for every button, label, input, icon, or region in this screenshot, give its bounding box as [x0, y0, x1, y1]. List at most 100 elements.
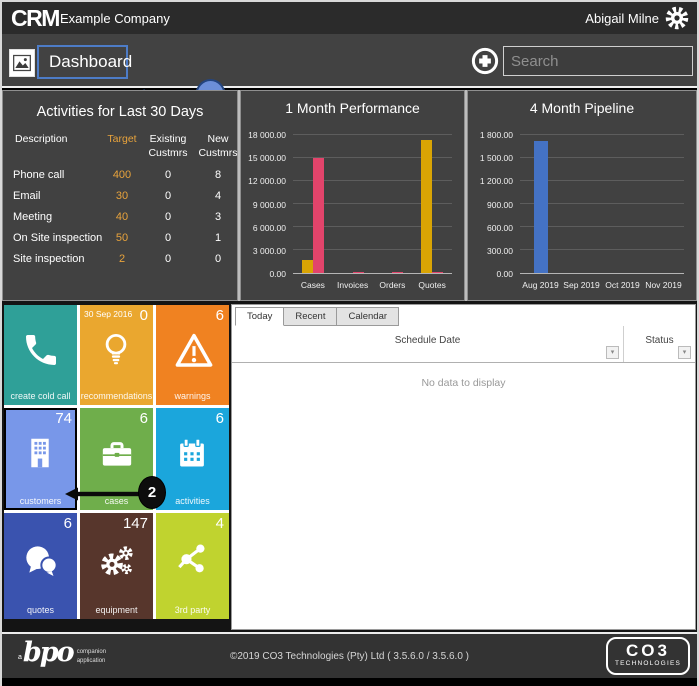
- image-icon[interactable]: [9, 49, 35, 77]
- footer-bar: a bpo companion application ©2019 CO3 Te…: [2, 632, 697, 678]
- tile-recommendations[interactable]: 30 Sep 2016 0 recommendations: [80, 305, 153, 405]
- crm-logo: CRM: [11, 5, 59, 32]
- tab-calendar[interactable]: Calendar: [337, 307, 399, 326]
- y-tick-label: 1 200.00: [480, 176, 513, 186]
- main-area: create cold call 30 Sep 2016 0 recommend…: [2, 301, 697, 632]
- schedule-date-column: Schedule Date ▾: [232, 326, 623, 362]
- x-tick-label: Cases: [301, 280, 325, 290]
- calendar-icon: [173, 434, 213, 474]
- toolbar: Dashboard 1: [2, 34, 697, 88]
- column-header: Status: [624, 335, 695, 346]
- table-row-cell: 0: [141, 190, 195, 211]
- copyright-text: ©2019 CO3 Technologies (Pty) Ltd ( 3.5.6…: [2, 651, 697, 662]
- title-bar: CRM Example Company Abigail Milne: [2, 2, 697, 34]
- add-new-icon[interactable]: [470, 46, 500, 76]
- activities-panel: Activities for Last 30 Days Description …: [2, 90, 238, 301]
- chat-bubbles-icon: [21, 541, 61, 581]
- tile-label: equipment: [80, 605, 153, 615]
- performance-chart-panel: 1 Month Performance 0.003 000.006 000.00…: [240, 90, 465, 301]
- tile-3rd-party[interactable]: 4 3rd party: [156, 513, 229, 619]
- activities-title: Activities for Last 30 Days: [3, 104, 237, 120]
- lightbulb-icon: [97, 330, 137, 370]
- table-row-cell: 4: [195, 190, 241, 211]
- gridline: [293, 134, 452, 135]
- tile-count: 4: [216, 515, 224, 532]
- empty-table-message: No data to display: [232, 377, 695, 389]
- x-tick-label: Oct 2019: [605, 280, 640, 290]
- table-row-cell: 0: [141, 253, 195, 274]
- dashboard-button[interactable]: Dashboard: [37, 45, 128, 79]
- tab-recent[interactable]: Recent: [284, 307, 337, 326]
- status-column: Status ▾: [623, 326, 695, 362]
- x-axis-labels: CasesInvoicesOrdersQuotes: [293, 280, 452, 293]
- search-box[interactable]: [503, 46, 693, 76]
- filter-button[interactable]: ▾: [606, 346, 619, 359]
- y-tick-label: 15 000.00: [248, 153, 286, 163]
- tile-warnings[interactable]: 6 warnings: [156, 305, 229, 405]
- summary-panels: Activities for Last 30 Days Description …: [2, 90, 697, 301]
- table-row-cell: 2: [103, 253, 141, 274]
- bar-cases: [302, 260, 313, 273]
- tile-activities[interactable]: 6 activities: [156, 408, 229, 510]
- table-row-cell: 0: [141, 232, 195, 253]
- column-header: Schedule Date: [232, 335, 623, 346]
- tile-count: 6: [140, 410, 148, 427]
- bar-quotes: [432, 272, 443, 273]
- y-axis-labels: 0.003 000.006 000.009 000.0012 000.0015 …: [241, 135, 291, 274]
- x-tick-label: Orders: [379, 280, 405, 290]
- y-tick-label: 1 500.00: [480, 153, 513, 163]
- y-tick-label: 300.00: [487, 246, 513, 256]
- tile-label: 3rd party: [156, 605, 229, 615]
- y-tick-label: 9 000.00: [253, 200, 286, 210]
- tab-today[interactable]: Today: [235, 307, 284, 326]
- briefcase-icon: [97, 434, 137, 474]
- building-icon: [21, 434, 61, 474]
- bar-cases: [313, 158, 324, 273]
- y-tick-label: 0.00: [269, 269, 286, 279]
- bar-quotes: [421, 140, 432, 273]
- tile-date: 30 Sep 2016: [84, 309, 132, 319]
- tile-count: 6: [64, 515, 72, 532]
- pipeline-chart: 4 Month Pipeline 0.00300.00600.00900.001…: [468, 91, 696, 300]
- table-row-cell: Email: [13, 190, 103, 211]
- table-row-cell: Meeting: [13, 211, 103, 232]
- co3-logo-subtext: TECHNOLOGIES: [608, 660, 688, 667]
- tile-count: 6: [216, 410, 224, 427]
- tile-label: recommendations: [80, 391, 153, 401]
- column-header: New Custmrs: [195, 133, 241, 169]
- co3-logo: CO3 TECHNOLOGIES: [606, 637, 690, 675]
- table-row-cell: 8: [195, 169, 241, 190]
- x-tick-label: Sep 2019: [563, 280, 599, 290]
- search-input[interactable]: [504, 53, 699, 70]
- co3-logo-text: CO3: [608, 641, 688, 661]
- tile-count: 147: [123, 515, 148, 532]
- tile-create-cold-call[interactable]: create cold call: [4, 305, 77, 405]
- current-user[interactable]: Abigail Milne: [585, 11, 659, 26]
- tile-quotes[interactable]: 6 quotes: [4, 513, 77, 619]
- activities-table: Description Target Existing Custmrs New …: [13, 133, 233, 274]
- tile-equipment[interactable]: 147 equipment: [80, 513, 153, 619]
- phone-icon: [21, 330, 61, 370]
- y-axis-labels: 0.00300.00600.00900.001 200.001 500.001 …: [468, 135, 518, 274]
- filter-button[interactable]: ▾: [678, 346, 691, 359]
- tile-count: 0: [140, 307, 148, 324]
- settings-gear-icon[interactable]: [665, 6, 689, 30]
- y-tick-label: 0.00: [496, 269, 513, 279]
- company-name: Example Company: [60, 11, 170, 26]
- x-tick-label: Quotes: [418, 280, 445, 290]
- table-row-cell: 30: [103, 190, 141, 211]
- schedule-panel: Today Recent Calendar Schedule Date ▾ St…: [231, 304, 696, 630]
- x-tick-label: Aug 2019: [522, 280, 558, 290]
- warning-icon: [173, 330, 213, 370]
- table-row-cell: 3: [195, 211, 241, 232]
- table-row-cell: 0: [141, 169, 195, 190]
- table-row-cell: On Site inspection: [13, 232, 103, 253]
- x-axis-labels: Aug 2019 Sep 2019 Oct 2019 Nov 2019: [520, 280, 684, 293]
- column-header: Description: [13, 133, 103, 169]
- schedule-table-header: Schedule Date ▾ Status ▾: [232, 326, 695, 363]
- tile-label: activities: [156, 496, 229, 506]
- tile-count: 6: [216, 307, 224, 324]
- table-row-cell: 40: [103, 211, 141, 232]
- column-header: Existing Custmrs: [141, 133, 195, 169]
- x-tick-label: Nov 2019: [645, 280, 681, 290]
